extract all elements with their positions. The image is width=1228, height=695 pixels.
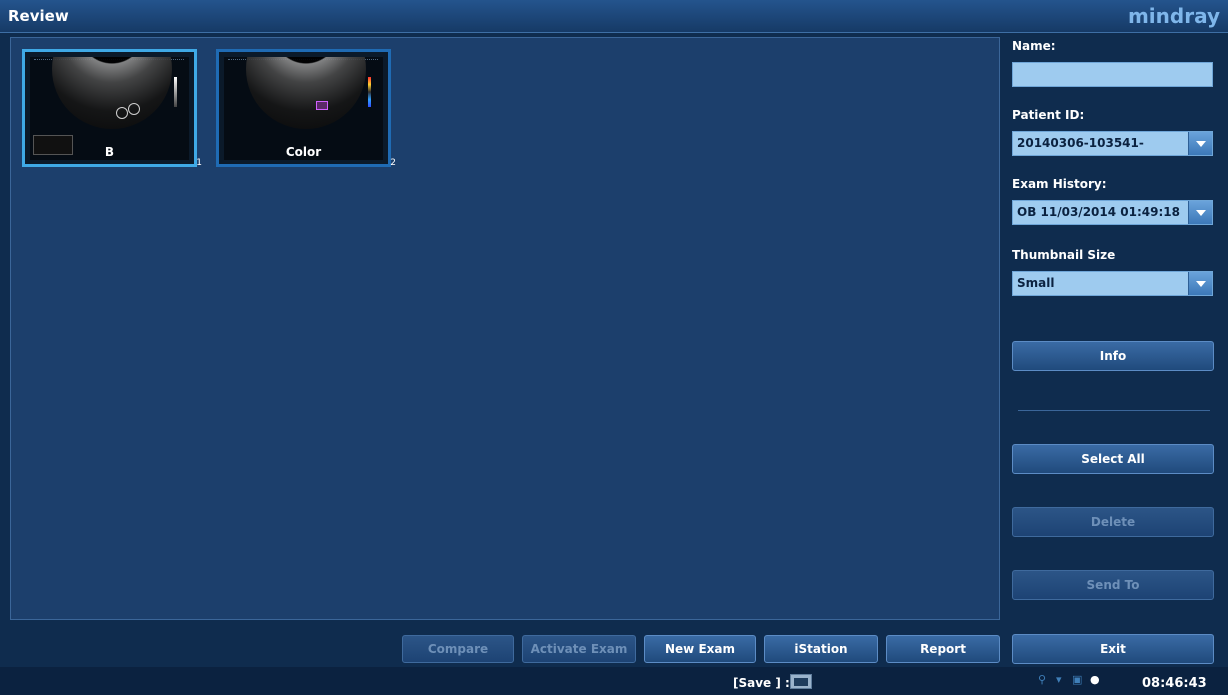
thumbnail-area: B 1 Color 2 [10,37,1000,620]
usb-icon: ▾ [1056,673,1062,686]
printer-icon: ▣ [1072,673,1083,686]
patient-id-value: 20140306-103541- [1017,136,1144,150]
brand-logo: mindray [1127,4,1220,28]
thumbnail-index: 2 [390,158,396,168]
select-all-button[interactable]: Select All [1012,444,1214,474]
name-input[interactable] [1012,62,1213,87]
report-button[interactable]: Report [886,635,1000,663]
thumbnail-mode-label: Color [285,145,322,159]
thumbnail-mode-label: B [104,145,115,159]
exam-history-value: OB 11/03/2014 01:49:18 [1017,205,1180,219]
title-bar: Review mindray [0,0,1228,33]
chevron-down-icon[interactable] [1188,201,1212,224]
compare-button[interactable]: Compare [402,635,514,663]
thumbnail-item[interactable]: B 1 [22,49,202,168]
thumbnail-size-select[interactable]: Small [1012,271,1213,296]
ultrasound-image: Color [224,57,383,160]
delete-button[interactable]: Delete [1012,507,1214,537]
patient-id-label: Patient ID: [1012,108,1085,122]
thumbnail-size-label: Thumbnail Size [1012,248,1116,262]
sidebar-divider [1018,410,1210,411]
window-title: Review [8,7,69,25]
disk-icon: ● [1090,673,1100,686]
exam-history-label: Exam History: [1012,177,1107,191]
thumbnail-index: 1 [196,158,202,168]
chevron-down-icon[interactable] [1188,132,1212,155]
exit-button[interactable]: Exit [1012,634,1214,664]
name-label: Name: [1012,39,1056,53]
chevron-down-icon[interactable] [1188,272,1212,295]
send-to-button[interactable]: Send To [1012,570,1214,600]
network-icon: ⚲ [1038,673,1047,686]
thumbnail-size-value: Small [1017,276,1055,290]
exam-history-select[interactable]: OB 11/03/2014 01:49:18 [1012,200,1213,225]
activate-exam-button[interactable]: Activate Exam [522,635,636,663]
info-button[interactable]: Info [1012,341,1214,371]
save-icon[interactable] [790,674,812,689]
clock: 08:46:43 [1142,676,1207,691]
istation-button[interactable]: iStation [764,635,878,663]
save-label: [Save ] : [733,676,790,690]
thumbnail-item[interactable]: Color 2 [216,49,396,168]
new-exam-button[interactable]: New Exam [644,635,756,663]
ultrasound-image: B [30,57,189,160]
patient-id-select[interactable]: 20140306-103541- [1012,131,1213,156]
